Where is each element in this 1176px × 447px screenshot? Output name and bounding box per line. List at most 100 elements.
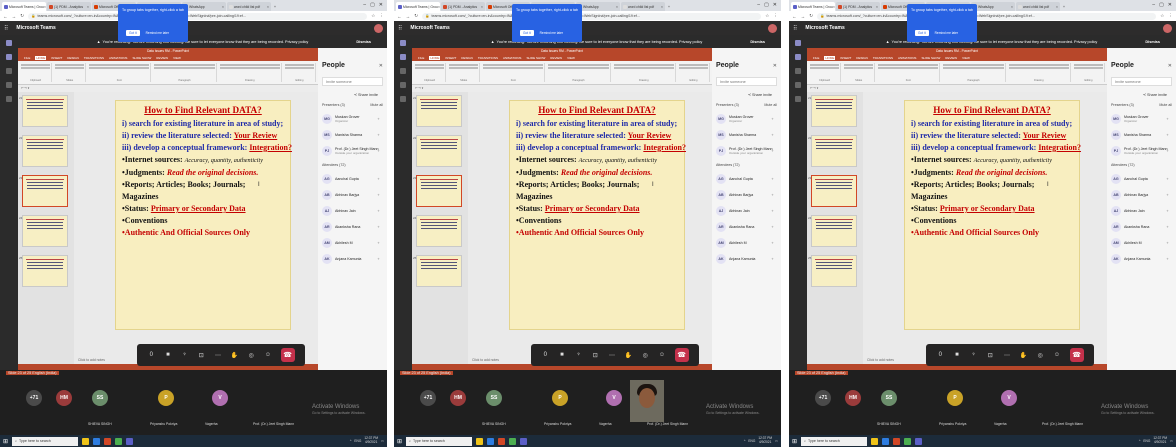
teams-app-icon[interactable] <box>915 437 923 445</box>
browser-tab[interactable]: (1) PDM - Analytics × <box>441 2 485 11</box>
slide-thumbnail[interactable]: 25 <box>19 255 68 287</box>
close-tab-icon[interactable]: × <box>222 5 224 9</box>
maximize-icon[interactable]: ▢ <box>1159 2 1164 8</box>
attendees-label[interactable]: Attendees (72) <box>1111 163 1135 167</box>
slide-thumbnail[interactable]: 24 <box>808 215 857 247</box>
participant-tile[interactable]: P <box>947 390 963 406</box>
teams-icon[interactable] <box>400 68 406 74</box>
tray-arrow-icon[interactable]: ^ <box>744 439 746 443</box>
file-explorer-icon[interactable] <box>476 437 484 445</box>
more-options-icon[interactable]: ⋯ <box>1003 351 1011 359</box>
dismiss-button[interactable]: Dismiss <box>1145 40 1160 44</box>
participant-row[interactable]: PJ Prof. (Dr.) Jeet Singh Mann Outside you… <box>716 143 777 159</box>
activity-icon[interactable] <box>400 40 406 46</box>
slide-canvas[interactable]: How to Find Relevant DATA? i) search for… <box>509 100 686 330</box>
ribbon-tab[interactable]: FILE <box>24 56 30 60</box>
chrome-icon[interactable] <box>115 437 123 445</box>
calendar-icon[interactable] <box>400 82 406 88</box>
chat-icon[interactable] <box>400 54 406 60</box>
participant-row[interactable]: AG Aanchal Gupta ♆ <box>1111 171 1172 187</box>
close-tab-icon[interactable]: × <box>87 5 89 9</box>
app-launcher-icon[interactable]: ⠿ <box>4 25 8 32</box>
share-invite-button[interactable]: ≺ Share invite <box>322 92 383 97</box>
mic-icon[interactable]: ♆ <box>181 351 189 359</box>
camera-icon[interactable]: ■ <box>953 351 961 359</box>
participant-row[interactable]: PJ Prof. (Dr.) Jeet Singh Mann Outside you… <box>322 143 383 159</box>
browser-tab[interactable]: Microsoft Teams | Grou × <box>2 2 46 11</box>
new-tab-button[interactable]: + <box>1061 2 1069 11</box>
ribbon-tab[interactable]: FILE <box>418 56 424 60</box>
back-icon[interactable]: ← <box>792 14 797 19</box>
taskbar-search[interactable]: ⌕ Type here to search <box>801 436 868 446</box>
ribbon-tab[interactable]: SLIDE SHOW <box>921 56 940 60</box>
reload-icon[interactable]: ↻ <box>414 13 418 19</box>
participant-row[interactable]: AJ Abhinav Jain ♆ <box>322 203 383 219</box>
activity-icon[interactable] <box>6 40 12 46</box>
hang-up-button[interactable]: ☎ <box>1069 348 1084 362</box>
ribbon-tab[interactable]: VIEW <box>173 56 181 60</box>
ribbon-tab[interactable]: INSERT <box>840 56 851 60</box>
new-tab-button[interactable]: + <box>666 2 674 11</box>
browser-tab[interactable]: word child list pdf × <box>621 2 665 11</box>
ribbon-tab[interactable]: SLIDE SHOW <box>132 56 151 60</box>
clock[interactable]: 12:37 PM 4/9/2021 <box>1153 437 1167 444</box>
close-panel-icon[interactable]: ✕ <box>1168 63 1172 69</box>
remind-later-button[interactable]: Remind me later <box>143 30 172 36</box>
minimize-icon[interactable]: – <box>363 2 366 8</box>
teams-icon[interactable] <box>795 68 801 74</box>
chat-bubble-icon[interactable]: ◎ <box>247 351 255 359</box>
minimize-icon[interactable]: – <box>757 2 760 8</box>
maximize-icon[interactable]: ▢ <box>370 2 375 8</box>
notes-placeholder[interactable]: Click to add notes <box>472 358 499 362</box>
participant-row[interactable]: AM Akhilesh M ♆ <box>1111 235 1172 251</box>
ribbon-tab[interactable]: ANIMATIONS <box>109 56 127 60</box>
slide-thumbnail[interactable]: 25 <box>808 255 857 287</box>
calendar-icon[interactable] <box>6 82 12 88</box>
ribbon-tab[interactable]: FILE <box>813 56 819 60</box>
ribbon-tab[interactable]: ANIMATIONS <box>898 56 916 60</box>
participant-row[interactable]: AR Akanksha Rana ♆ <box>1111 219 1172 235</box>
slide-thumbnail[interactable]: 21 <box>808 95 857 127</box>
powerpoint-icon[interactable] <box>104 437 112 445</box>
browser-tab[interactable]: WhatsApp × <box>971 2 1015 11</box>
slide-thumbnail-selected[interactable]: 23 <box>413 175 462 207</box>
lang-indicator[interactable]: ENG <box>1143 439 1150 443</box>
minimize-icon[interactable]: – <box>1152 2 1155 8</box>
close-panel-icon[interactable]: ✕ <box>379 63 383 69</box>
star-icon[interactable]: ☆ <box>371 13 375 19</box>
address-bar[interactable]: 🔒 teams.microsoft.com/_?culture=en-in&co… <box>28 12 368 20</box>
forward-icon[interactable]: → <box>12 14 17 19</box>
back-icon[interactable]: ← <box>397 14 402 19</box>
participant-tile[interactable]: HM <box>56 390 72 406</box>
share-invite-button[interactable]: ≺ Share invite <box>1111 92 1172 97</box>
slide-thumbnail[interactable]: 21 <box>19 95 68 127</box>
close-tab-icon[interactable]: × <box>876 5 878 9</box>
slide-thumbnail[interactable]: 22 <box>19 135 68 167</box>
notification-icon[interactable]: ▭ <box>1170 439 1173 443</box>
participant-tile[interactable]: +71 <box>26 390 42 406</box>
share-screen-icon[interactable]: ⊡ <box>591 351 599 359</box>
lang-indicator[interactable]: ENG <box>748 439 755 443</box>
browser-tab[interactable]: word child list pdf × <box>227 2 271 11</box>
close-tab-icon[interactable]: × <box>1011 5 1013 9</box>
participant-row[interactable]: AM Akhilesh M ♆ <box>322 235 383 251</box>
calendar-icon[interactable] <box>795 82 801 88</box>
share-invite-button[interactable]: ≺ Share invite <box>716 92 777 97</box>
invite-input[interactable]: Invite someone <box>322 77 383 86</box>
presenters-label[interactable]: Presenters (3) <box>1111 103 1134 107</box>
lang-indicator[interactable]: ENG <box>354 439 361 443</box>
participant-tile[interactable]: V <box>606 390 622 406</box>
notes-placeholder[interactable]: Click to add notes <box>867 358 894 362</box>
chat-bubble-icon[interactable]: ◎ <box>1036 351 1044 359</box>
participant-row[interactable]: MG Muskan Grover Organizer ♆ <box>322 111 383 127</box>
participants-icon[interactable]: ☺ <box>1053 351 1061 359</box>
powerpoint-icon[interactable] <box>498 437 506 445</box>
presenters-label[interactable]: Presenters (3) <box>716 103 739 107</box>
slide-thumbnail[interactable]: 24 <box>413 215 462 247</box>
close-tab-icon[interactable]: × <box>438 5 440 9</box>
participant-row[interactable]: AK Anjana Kamunia ♆ <box>716 251 777 267</box>
close-window-icon[interactable]: ✕ <box>379 2 383 8</box>
slide-thumbnail[interactable]: 22 <box>808 135 857 167</box>
participant-tile[interactable]: +71 <box>815 390 831 406</box>
participant-row[interactable]: AR Akanksha Rana ♆ <box>716 219 777 235</box>
